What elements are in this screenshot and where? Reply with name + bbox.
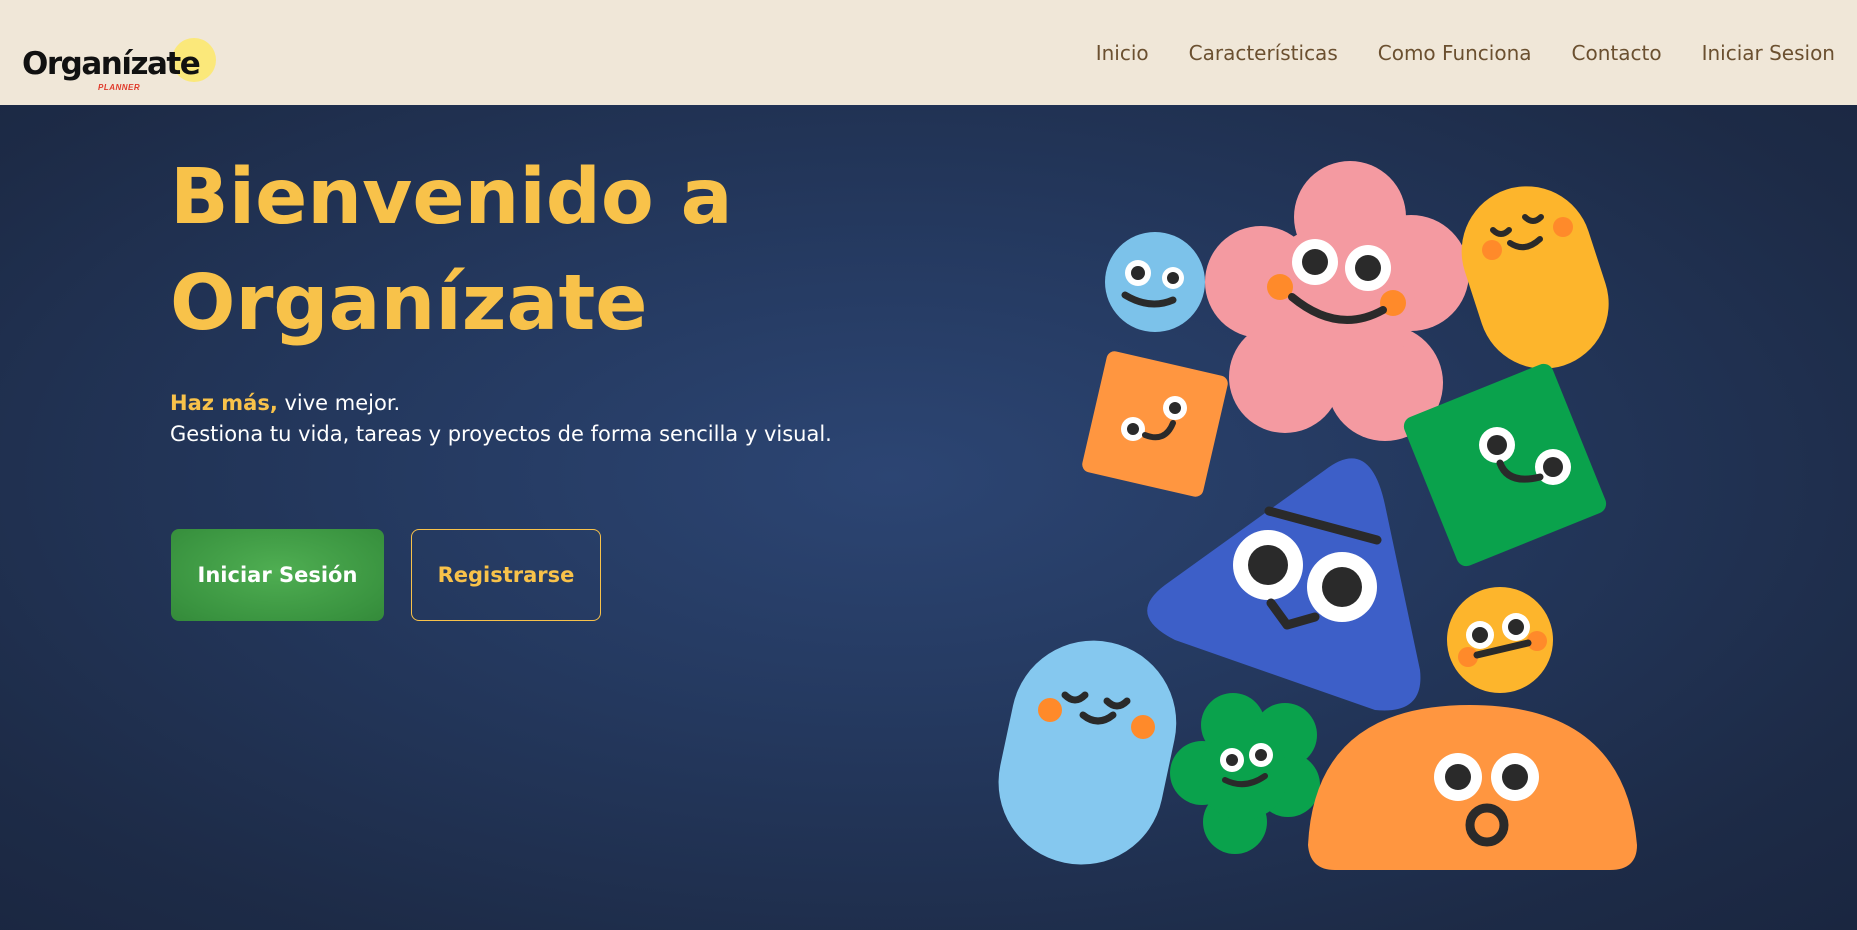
nav-caracteristicas[interactable]: Características: [1189, 41, 1338, 65]
yellow-circle-character: [1447, 587, 1553, 693]
hero-title: Bienvenido a Organízate: [170, 145, 870, 357]
logo-wordmark: Organízate: [22, 45, 201, 82]
nav-como-funciona[interactable]: Como Funciona: [1378, 41, 1532, 65]
logo-tagline: PLANNER: [98, 82, 141, 92]
hero-section: Bienvenido a Organízate Haz más, vive me…: [0, 105, 1857, 930]
main-nav: Inicio Características Como Funciona Con…: [1096, 41, 1835, 65]
top-navbar: Organízate PLANNER Inicio Característica…: [0, 0, 1857, 105]
hero-tagline: Haz más, vive mejor.: [170, 388, 400, 419]
nav-contacto[interactable]: Contacto: [1572, 41, 1662, 65]
blue-triangle-character: [1147, 458, 1421, 711]
hero-title-line-1: Bienvenido a: [170, 153, 733, 242]
blue-circle-character: [1105, 232, 1205, 332]
light-blue-capsule-character: [998, 640, 1177, 865]
register-button[interactable]: Registrarse: [411, 529, 601, 621]
hero-description: Gestiona tu vida, tareas y proyectos de …: [170, 422, 832, 446]
orange-dome-character: [1308, 705, 1637, 870]
hero-tagline-rest: vive mejor.: [277, 391, 401, 415]
flower-character: [1205, 161, 1469, 441]
hero-title-line-2: Organízate: [170, 259, 648, 348]
nav-iniciar-sesion[interactable]: Iniciar Sesion: [1702, 41, 1835, 65]
hero-tagline-accent: Haz más,: [170, 391, 278, 415]
characters-illustration: [998, 161, 1637, 870]
green-clover-character: [1170, 693, 1320, 854]
login-button[interactable]: Iniciar Sesión: [171, 529, 384, 621]
orange-square-character: [1082, 351, 1228, 497]
brand-logo[interactable]: Organízate PLANNER: [22, 18, 217, 92]
nav-inicio[interactable]: Inicio: [1096, 41, 1149, 65]
yellow-capsule-character: [1461, 186, 1609, 369]
